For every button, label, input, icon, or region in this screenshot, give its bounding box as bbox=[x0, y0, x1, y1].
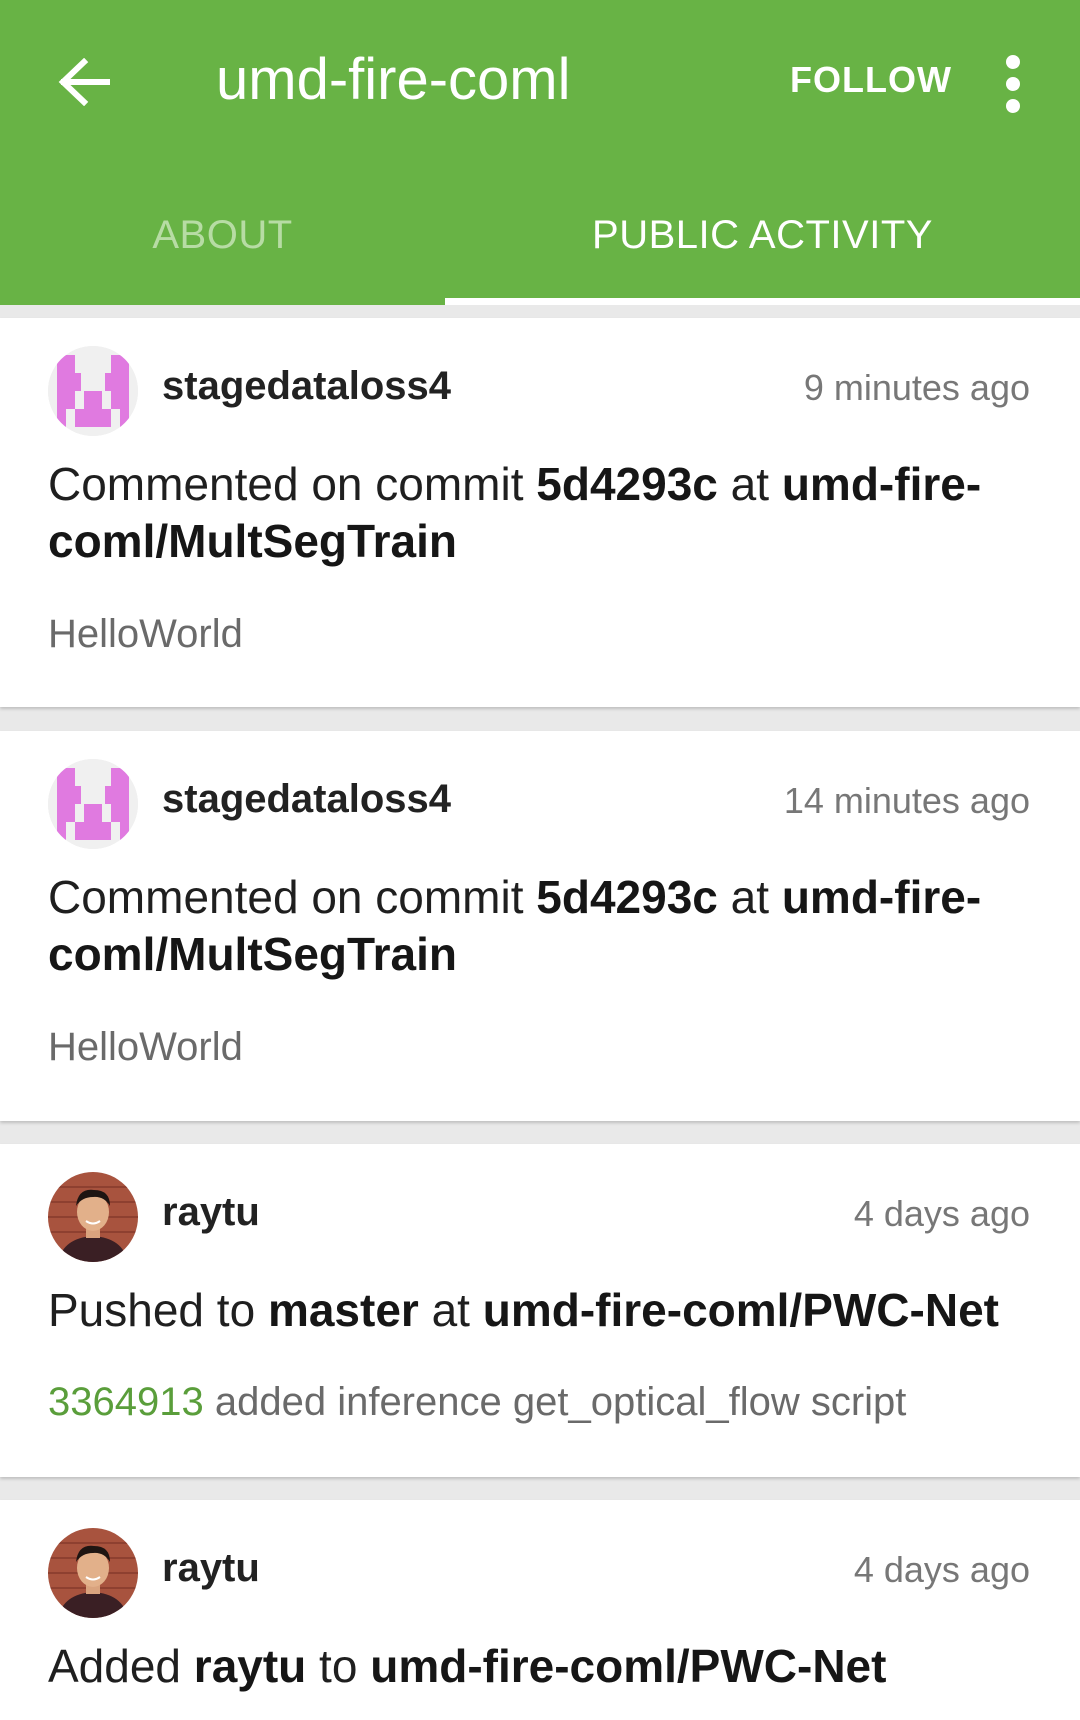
identicon-icon bbox=[48, 346, 138, 436]
action-text: Commented on commit bbox=[48, 871, 537, 923]
comment-body: HelloWorld bbox=[48, 612, 243, 656]
avatar[interactable] bbox=[48, 759, 138, 849]
activity-item[interactable]: raytu 4 days ago Pushed to master at umd… bbox=[0, 1144, 1080, 1477]
more-vert-icon bbox=[1006, 55, 1020, 113]
timestamp: 4 days ago bbox=[853, 1549, 1030, 1590]
tab-public-activity[interactable]: PUBLIC ACTIVITY bbox=[445, 190, 1080, 300]
activity-description: Added raytu to umd-fire-coml/PWC-Net bbox=[48, 1638, 1032, 1695]
tab-indicator bbox=[445, 298, 1080, 305]
action-text: at bbox=[717, 458, 782, 510]
tab-about[interactable]: ABOUT bbox=[0, 190, 445, 300]
action-text: Commented on commit bbox=[48, 458, 537, 510]
action-text: to bbox=[306, 1640, 371, 1692]
activity-item[interactable]: raytu 4 days ago Added raytu to umd-fire… bbox=[0, 1500, 1080, 1720]
activity-description: Commented on commit 5d4293c at umd-fire-… bbox=[48, 869, 1032, 983]
activity-item[interactable]: stagedataloss4 9 minutes ago Commented o… bbox=[0, 318, 1080, 707]
user-photo-icon bbox=[48, 1172, 138, 1262]
action-text: at bbox=[418, 1284, 483, 1336]
commit-sha-link[interactable]: 3364913 bbox=[48, 1380, 204, 1424]
member-link[interactable]: raytu bbox=[194, 1640, 306, 1692]
username[interactable]: raytu bbox=[162, 1540, 260, 1596]
action-text: Pushed to bbox=[48, 1284, 268, 1336]
action-text: at bbox=[717, 871, 782, 923]
page-title: umd-fire-coml bbox=[216, 47, 571, 112]
activity-description: Commented on commit 5d4293c at umd-fire-… bbox=[48, 456, 1032, 570]
commit-message: added inference get_optical_flow script bbox=[203, 1380, 907, 1424]
follow-button[interactable]: FOLLOW bbox=[790, 50, 951, 110]
username[interactable]: stagedataloss4 bbox=[162, 771, 451, 827]
action-text: Added bbox=[48, 1640, 194, 1692]
avatar[interactable] bbox=[48, 1528, 138, 1618]
activity-description: Pushed to master at umd-fire-coml/PWC-Ne… bbox=[48, 1282, 1032, 1339]
app-bar: umd-fire-coml FOLLOW ABOUT PUBLIC ACTIVI… bbox=[0, 0, 1080, 305]
back-button[interactable] bbox=[50, 48, 118, 116]
username[interactable]: raytu bbox=[162, 1184, 260, 1240]
timestamp: 14 minutes ago bbox=[783, 780, 1030, 821]
timestamp: 4 days ago bbox=[853, 1193, 1030, 1234]
username[interactable]: stagedataloss4 bbox=[162, 358, 451, 414]
commit-ref[interactable]: 5d4293c bbox=[536, 871, 718, 923]
user-photo-icon bbox=[48, 1528, 138, 1618]
branch-ref[interactable]: master bbox=[268, 1284, 419, 1336]
repo-link[interactable]: umd-fire-coml/PWC-Net bbox=[370, 1640, 886, 1692]
repo-link[interactable]: umd-fire-coml/PWC-Net bbox=[483, 1284, 999, 1336]
activity-item[interactable]: stagedataloss4 14 minutes ago Commented … bbox=[0, 731, 1080, 1121]
arrow-back-icon bbox=[58, 58, 110, 106]
avatar[interactable] bbox=[48, 1172, 138, 1262]
commit-ref[interactable]: 5d4293c bbox=[536, 458, 718, 510]
commit-summary: 3364913 added inference get_optical_flow… bbox=[48, 1374, 1032, 1430]
identicon-icon bbox=[48, 759, 138, 849]
comment-body: HelloWorld bbox=[48, 1025, 243, 1069]
overflow-menu-button[interactable] bbox=[990, 52, 1036, 116]
timestamp: 9 minutes ago bbox=[803, 367, 1030, 408]
avatar[interactable] bbox=[48, 346, 138, 436]
